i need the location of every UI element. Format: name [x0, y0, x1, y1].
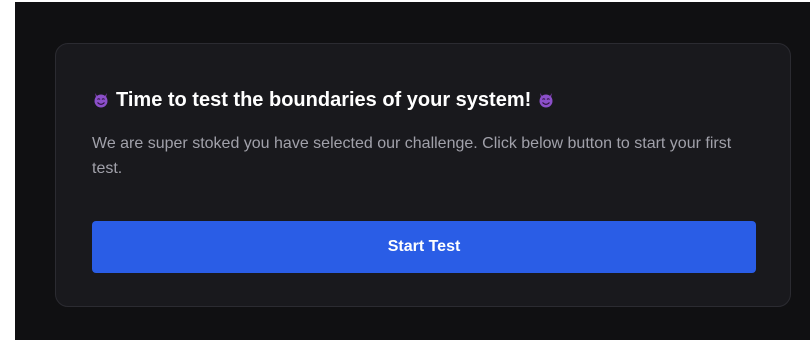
- card-title-row: Time to test the boundaries of your syst…: [92, 88, 762, 112]
- smiling-devil-left-icon: [94, 93, 108, 108]
- challenge-card: Time to test the boundaries of your syst…: [55, 43, 791, 307]
- smiling-devil-right-icon: [539, 93, 553, 108]
- app-background: Time to test the boundaries of your syst…: [15, 2, 810, 340]
- card-title: Time to test the boundaries of your syst…: [116, 89, 532, 111]
- card-description: We are super stoked you have selected ou…: [92, 135, 732, 177]
- start-test-button[interactable]: Start Test: [92, 221, 756, 273]
